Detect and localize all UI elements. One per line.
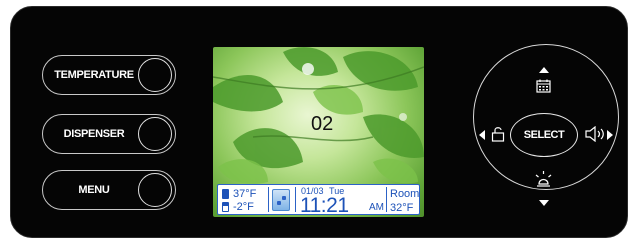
screen-number: 02 (311, 113, 334, 135)
temperature-button-knob[interactable] (138, 58, 172, 92)
lock-icon[interactable] (491, 126, 505, 142)
menu-button-label: MENU (78, 184, 110, 196)
status-divider (386, 187, 387, 212)
select-button[interactable]: SELECT (510, 113, 578, 157)
select-button-label: SELECT (523, 129, 565, 141)
left-arrow-icon[interactable] (479, 130, 485, 140)
fridge-temp-row: 37°F (222, 187, 256, 200)
ice-dispense-icon (272, 189, 290, 211)
menu-button-knob[interactable] (138, 173, 172, 207)
right-arrow-icon[interactable] (607, 130, 613, 140)
time-display: 11:21 (300, 194, 349, 217)
status-divider (295, 187, 296, 212)
menu-button[interactable]: MENU (42, 170, 176, 210)
dispenser-button-knob[interactable] (138, 117, 172, 151)
calendar-icon[interactable] (536, 79, 551, 93)
ampm-display: AM (369, 202, 384, 213)
freezer-temp-row: -2°F (222, 200, 254, 213)
light-icon[interactable] (535, 171, 552, 193)
fridge-icon (222, 188, 229, 199)
room-label: Room (390, 188, 420, 200)
down-arrow-icon[interactable] (539, 200, 549, 206)
freezer-temp: -2°F (233, 200, 254, 213)
fridge-temp: 37°F (233, 187, 257, 200)
status-divider (268, 187, 269, 212)
freezer-icon (222, 201, 229, 212)
sound-icon[interactable] (585, 126, 605, 142)
display-screen: 02 37°F -2°F 01/03 Tue 11:21 AM Room 32°… (213, 47, 424, 217)
temperature-button[interactable]: TEMPERATURE (42, 55, 176, 95)
up-arrow-icon[interactable] (539, 67, 549, 73)
temperature-button-label: TEMPERATURE (54, 69, 134, 81)
dispenser-button-label: DISPENSER (63, 128, 125, 140)
status-bar: 37°F -2°F 01/03 Tue 11:21 AM Room 32°F (217, 184, 420, 217)
room-temp: 32°F (390, 202, 414, 214)
dispenser-button[interactable]: DISPENSER (42, 114, 176, 154)
